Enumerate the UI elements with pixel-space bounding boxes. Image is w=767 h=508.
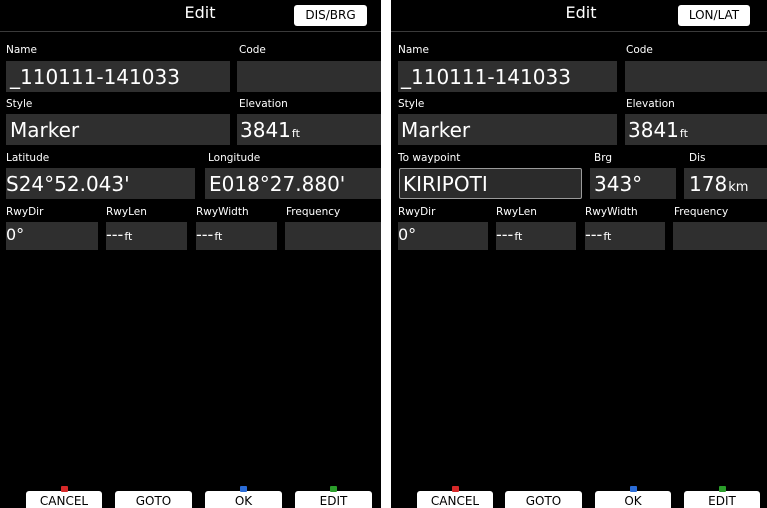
blue-dot-icon — [630, 486, 637, 492]
latitude-value: S24°52.043' — [6, 172, 130, 196]
code-field[interactable] — [237, 61, 381, 92]
edit-button[interactable]: EDIT — [684, 486, 760, 508]
style-value: Marker — [401, 118, 471, 142]
header-divider — [0, 31, 381, 32]
name-label: Name — [398, 44, 429, 56]
ok-button[interactable]: OK — [205, 486, 282, 508]
code-label: Code — [626, 44, 653, 56]
elevation-value: 3841ft — [628, 118, 688, 142]
name-value: _110111-141033 — [10, 65, 180, 89]
style-label: Style — [6, 98, 33, 110]
style-label: Style — [398, 98, 425, 110]
rwydir-label: RwyDir — [6, 206, 44, 218]
rwylen-label: RwyLen — [106, 206, 147, 218]
longitude-value: E018°27.880' — [209, 172, 346, 196]
distance-value: 178km — [689, 172, 749, 196]
ok-button[interactable]: OK — [595, 486, 671, 508]
latitude-label: Latitude — [6, 152, 50, 164]
green-dot-icon — [330, 486, 337, 492]
frequency-label: Frequency — [286, 206, 341, 218]
lon-lat-button[interactable]: LON/LAT — [678, 5, 750, 26]
rwylen-value: ---ft — [496, 225, 523, 244]
code-label: Code — [239, 44, 266, 56]
edit-panel-left: Edit DIS/BRG Name Code _110111-141033 St… — [0, 0, 381, 508]
distance-label: Dis — [689, 152, 706, 164]
cancel-button[interactable]: CANCEL — [417, 486, 493, 508]
rwywidth-label: RwyWidth — [196, 206, 249, 218]
rwydir-value: 0° — [6, 225, 25, 244]
elevation-label: Elevation — [239, 98, 288, 110]
bearing-value: 343° — [594, 172, 643, 196]
elevation-value: 3841ft — [240, 118, 300, 142]
dis-brg-button[interactable]: DIS/BRG — [294, 5, 367, 26]
page-title: Edit — [184, 3, 216, 22]
cancel-button[interactable]: CANCEL — [26, 486, 102, 508]
frequency-field[interactable] — [673, 222, 767, 250]
name-label: Name — [6, 44, 37, 56]
bearing-label: Brg — [594, 152, 613, 164]
rwylen-label: RwyLen — [496, 206, 537, 218]
edit-button[interactable]: EDIT — [295, 486, 372, 508]
rwylen-value: ---ft — [106, 225, 133, 244]
edit-panel-right: Edit LON/LAT Name Code _110111-141033 St… — [391, 0, 767, 508]
to-waypoint-label: To waypoint — [398, 152, 461, 164]
green-dot-icon — [719, 486, 726, 492]
rwydir-value: 0° — [398, 225, 417, 244]
header-divider — [391, 31, 767, 32]
red-dot-icon — [452, 486, 459, 492]
red-dot-icon — [61, 486, 68, 492]
blue-dot-icon — [240, 486, 247, 492]
rwydir-label: RwyDir — [398, 206, 436, 218]
longitude-label: Longitude — [208, 152, 261, 164]
rwywidth-label: RwyWidth — [585, 206, 638, 218]
code-field[interactable] — [625, 61, 767, 92]
frequency-label: Frequency — [674, 206, 729, 218]
to-waypoint-value: KIRIPOTI — [403, 172, 488, 196]
rwywidth-value: ---ft — [585, 225, 612, 244]
rwywidth-value: ---ft — [196, 225, 223, 244]
style-value: Marker — [10, 118, 80, 142]
frequency-field[interactable] — [285, 222, 381, 250]
elevation-label: Elevation — [626, 98, 675, 110]
panel-divider — [381, 0, 391, 508]
name-value: _110111-141033 — [401, 65, 571, 89]
page-title: Edit — [565, 3, 597, 22]
goto-button[interactable]: GOTO — [505, 491, 582, 508]
goto-button[interactable]: GOTO — [115, 491, 192, 508]
